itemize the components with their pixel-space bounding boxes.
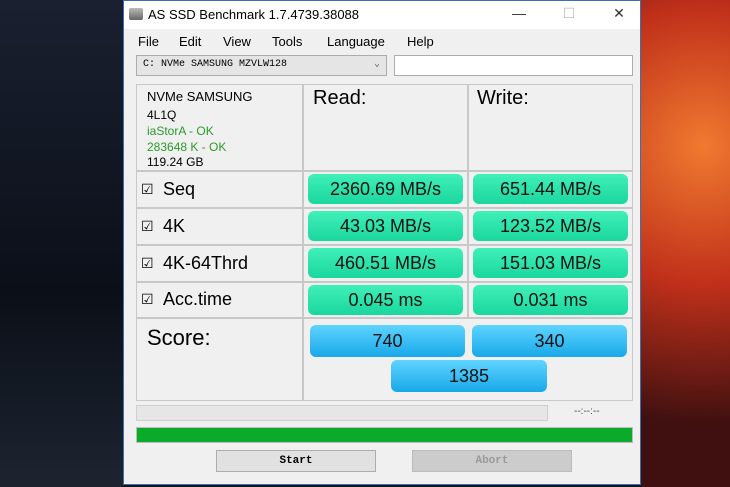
alignment-status: 283648 K - OK	[147, 140, 227, 154]
status-textbox[interactable]	[394, 55, 633, 76]
row-4k-label-cell: ☑ 4K	[136, 208, 303, 245]
acc-time-label: Acc.time	[163, 289, 233, 309]
seq-label: Seq	[163, 178, 196, 199]
write-header-cell: Write:	[468, 84, 633, 171]
write-score: 340	[472, 325, 627, 357]
4k-checkbox[interactable]: ☑	[141, 218, 154, 235]
seq-write-value: 651.44 MB/s	[473, 174, 628, 204]
drive-select[interactable]: C: NVMe SAMSUNG MZVLW128 ⌄	[136, 55, 387, 76]
acc-time-write-value: 0.031 ms	[473, 285, 628, 315]
4k-read-value: 43.03 MB/s	[308, 211, 463, 241]
write-header: Write:	[477, 87, 529, 109]
desktop-background-right	[641, 0, 730, 487]
acc-time-read-value: 0.045 ms	[308, 285, 463, 315]
seq-checkbox[interactable]: ☑	[141, 181, 154, 198]
4k-write-value: 123.52 MB/s	[473, 211, 628, 241]
abort-button[interactable]: Abort	[412, 450, 572, 472]
close-button[interactable]: ✕	[604, 5, 634, 25]
start-button[interactable]: Start	[216, 450, 376, 472]
acc-time-checkbox[interactable]: ☑	[141, 291, 154, 308]
test-progress-bar	[136, 405, 548, 421]
row-4k-64thrd-label-cell: ☑ 4K-64Thrd	[136, 245, 303, 282]
seq-read-value: 2360.69 MB/s	[308, 174, 463, 204]
read-score: 740	[310, 325, 465, 357]
menu-help[interactable]: Help	[407, 34, 434, 49]
minimize-button[interactable]: —	[504, 5, 534, 25]
4k-64thrd-read-value: 460.51 MB/s	[308, 248, 463, 278]
4k-label: 4K	[163, 215, 186, 236]
overall-progress-fill	[137, 428, 632, 442]
drive-select-value: C: NVMe SAMSUNG MZVLW128	[143, 59, 288, 70]
app-window: AS SSD Benchmark 1.7.4739.38088 — ☐ ✕ Fi…	[123, 0, 641, 485]
menu-file[interactable]: File	[138, 34, 159, 49]
score-label-cell: Score:	[136, 318, 303, 401]
score-label: Score:	[147, 325, 211, 350]
row-seq-label-cell: ☑ Seq	[136, 171, 303, 208]
drive-icon	[129, 8, 143, 20]
chevron-down-icon: ⌄	[373, 59, 380, 70]
total-score: 1385	[391, 360, 547, 392]
menu-tools[interactable]: Tools	[272, 34, 302, 49]
4k-64thrd-write-value: 151.03 MB/s	[473, 248, 628, 278]
row-acc-time-label-cell: ☑ Acc.time	[136, 282, 303, 318]
elapsed-time: --:--:--	[574, 406, 600, 417]
window-title: AS SSD Benchmark 1.7.4739.38088	[148, 7, 360, 22]
desktop-background-left	[0, 0, 123, 487]
drive-name: NVMe SAMSUNG	[147, 89, 253, 104]
4k-64thrd-label: 4K-64Thrd	[163, 252, 249, 273]
4k-64thrd-checkbox[interactable]: ☑	[141, 255, 154, 272]
drive-info-panel: NVMe SAMSUNG 4L1Q iaStorA - OK 283648 K …	[136, 84, 303, 171]
read-header-cell: Read:	[303, 84, 468, 171]
overall-progress-bar	[136, 427, 633, 443]
drive-size: 119.24 GB	[147, 155, 204, 169]
read-header: Read:	[313, 87, 367, 109]
title-bar: AS SSD Benchmark 1.7.4739.38088 — ☐ ✕	[124, 1, 640, 29]
menu-view[interactable]: View	[223, 34, 251, 49]
maximize-button[interactable]: ☐	[554, 5, 584, 25]
menu-edit[interactable]: Edit	[179, 34, 201, 49]
driver-status: iaStorA - OK	[147, 124, 214, 138]
menu-language[interactable]: Language	[327, 34, 385, 49]
drive-firmware: 4L1Q	[147, 108, 177, 122]
